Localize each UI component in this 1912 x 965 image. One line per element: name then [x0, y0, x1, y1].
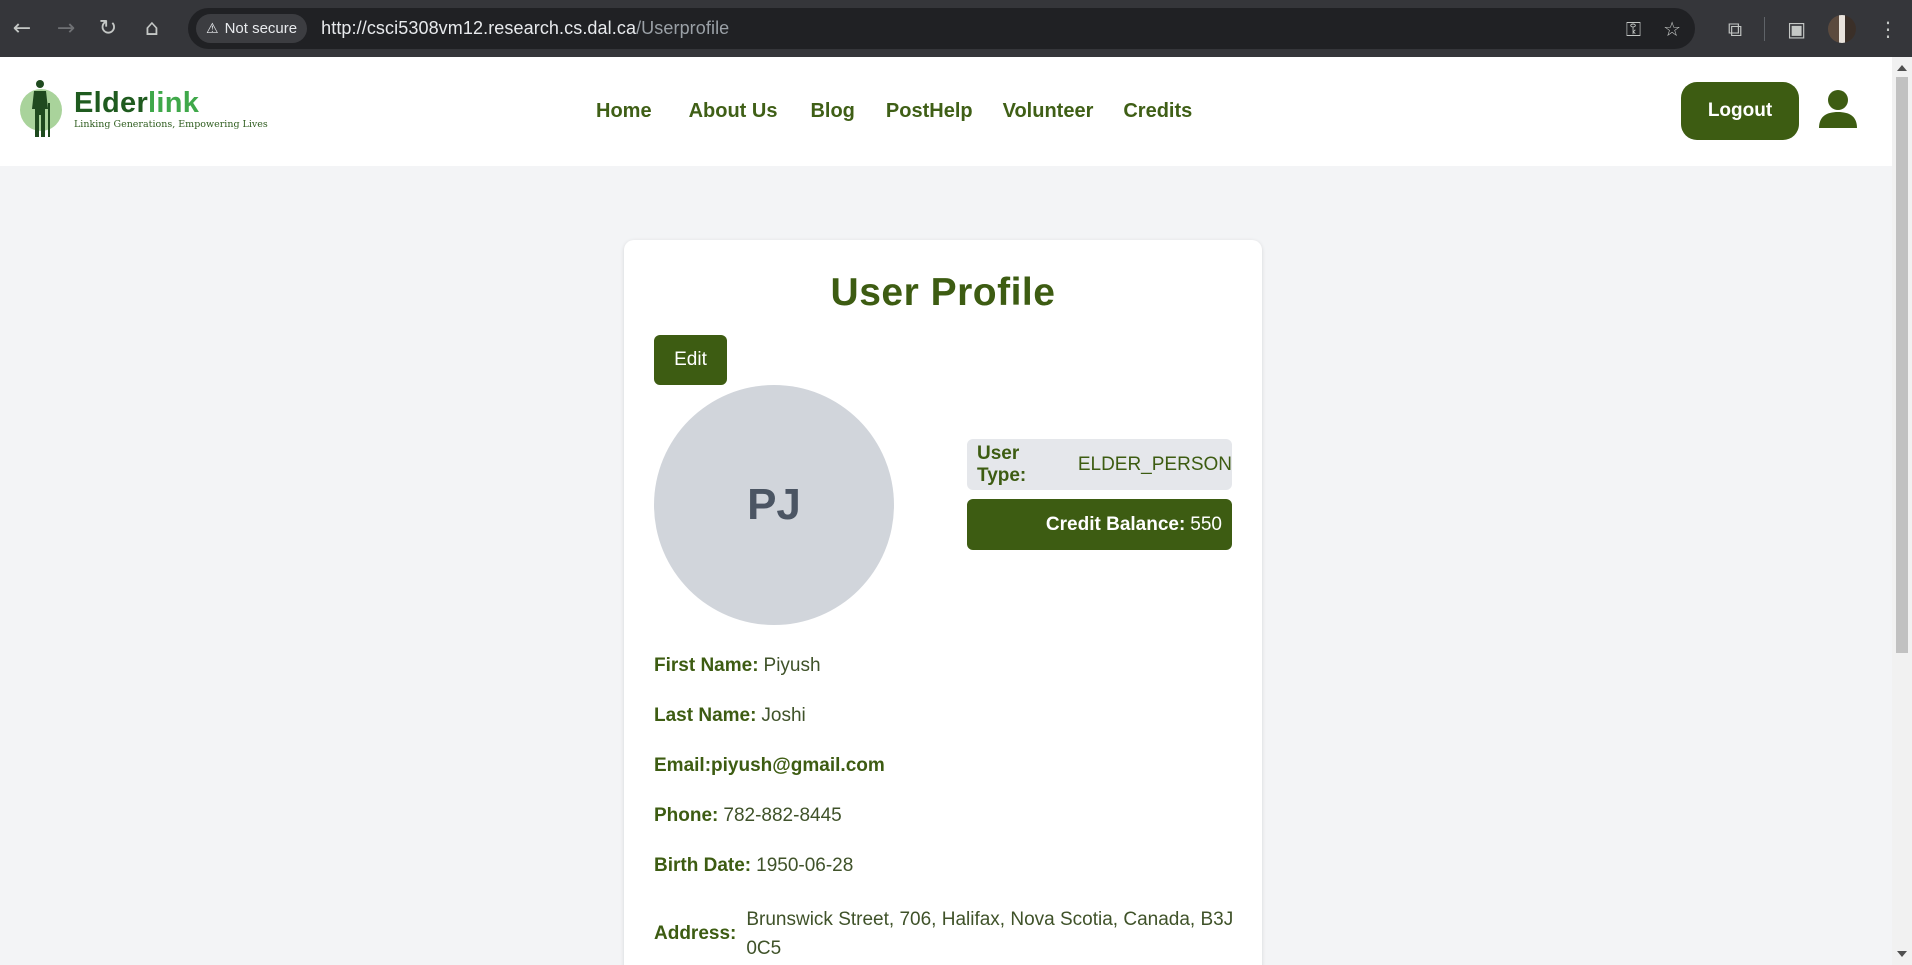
- main-nav: Home About Us Blog PostHelp Volunteer Cr…: [596, 100, 1227, 123]
- nav-volunteer[interactable]: Volunteer: [1003, 100, 1094, 123]
- elderlink-logo-icon: [18, 79, 64, 139]
- nav-posthelp[interactable]: PostHelp: [886, 100, 973, 123]
- toolbar-divider: [1764, 16, 1766, 41]
- logo-tagline: Linking Generations, Empowering Lives: [74, 119, 268, 130]
- extensions-icon[interactable]: ⧉: [1728, 17, 1742, 41]
- home-icon[interactable]: ⌂: [134, 11, 170, 47]
- address-field: Address: Brunswick Street, 706, Halifax,…: [654, 905, 1234, 963]
- scroll-down-icon[interactable]: [1897, 951, 1907, 957]
- first-name-value: Piyush: [763, 655, 821, 676]
- user-type-value: ELDER_PERSON: [1077, 453, 1232, 475]
- first-name-field: First Name: Piyush: [654, 655, 1234, 681]
- profile-card: User Profile Edit PJ User Type: ELDER_PE…: [624, 240, 1262, 965]
- user-type-label: User Type:: [977, 442, 1027, 486]
- user-icon[interactable]: [1818, 89, 1858, 129]
- last-name-value: Joshi: [761, 705, 806, 726]
- star-icon[interactable]: ☆: [1663, 17, 1681, 41]
- back-arrow-icon[interactable]: ←: [4, 11, 40, 47]
- key-icon[interactable]: ⚿: [1626, 17, 1641, 41]
- nav-about-us[interactable]: About Us: [689, 100, 778, 123]
- credit-balance-label: Credit Balance:: [1045, 513, 1186, 535]
- birth-date-value: 1950-06-28: [756, 855, 854, 876]
- nav-credits[interactable]: Credits: [1123, 100, 1192, 123]
- birth-date-field: Birth Date: 1950-06-28: [654, 855, 1234, 881]
- address-value: Brunswick Street, 706, Halifax, Nova Sco…: [746, 909, 1234, 959]
- security-chip[interactable]: ⚠ Not secure: [196, 14, 308, 43]
- site-logo[interactable]: Elderlink Linking Generations, Empowerin…: [18, 79, 268, 139]
- last-name-label: Last Name:: [654, 705, 757, 726]
- menu-dots-icon[interactable]: ⋮: [1878, 17, 1898, 41]
- profile-fields: First Name: Piyush Last Name: Joshi Emai…: [654, 655, 1234, 965]
- email-value: piyush@gmail.com: [711, 755, 885, 776]
- logo-title: Elderlink: [74, 87, 200, 119]
- page-scrollbar[interactable]: [1892, 57, 1912, 965]
- credit-balance-badge: Credit Balance: 550: [967, 499, 1232, 550]
- nav-blog[interactable]: Blog: [810, 100, 854, 123]
- logout-button[interactable]: Logout: [1681, 82, 1799, 140]
- last-name-field: Last Name: Joshi: [654, 705, 1234, 731]
- email-label: Email:: [654, 755, 712, 776]
- avatar-initials: PJ: [747, 480, 801, 529]
- avatar: PJ: [654, 385, 894, 625]
- side-panel-icon[interactable]: ▣: [1787, 17, 1806, 41]
- first-name-label: First Name:: [654, 655, 759, 676]
- reload-icon[interactable]: ↻: [90, 11, 126, 47]
- scroll-up-icon[interactable]: [1897, 65, 1907, 71]
- address-label: Address:: [654, 923, 737, 944]
- url-text[interactable]: http://csci5308vm12.research.cs.dal.ca/U…: [321, 18, 729, 39]
- browser-profile-avatar[interactable]: [1828, 14, 1856, 43]
- phone-value: 782-882-8445: [723, 805, 842, 826]
- phone-label: Phone:: [654, 805, 719, 826]
- credit-balance-value: 550: [1190, 513, 1222, 535]
- edit-button[interactable]: Edit: [654, 335, 727, 385]
- email-field: Email: piyush@gmail.com: [654, 755, 1234, 781]
- browser-toolbar: ← → ↻ ⌂ ⚠ Not secure http://csci5308vm12…: [0, 0, 1912, 57]
- phone-field: Phone: 782-882-8445: [654, 805, 1234, 831]
- forward-arrow-icon[interactable]: →: [48, 11, 84, 47]
- page-title: User Profile: [830, 271, 1056, 314]
- address-bar[interactable]: ⚠ Not secure http://csci5308vm12.researc…: [188, 8, 1695, 49]
- security-label: Not secure: [224, 20, 298, 37]
- scrollbar-thumb[interactable]: [1896, 77, 1908, 653]
- warning-icon: ⚠: [206, 20, 219, 37]
- url-host: http://csci5308vm12.research.cs.dal.ca: [321, 18, 637, 38]
- url-path: /Userprofile: [636, 18, 730, 38]
- user-type-badge: User Type: ELDER_PERSON: [967, 439, 1232, 490]
- nav-home[interactable]: Home: [596, 100, 652, 123]
- site-header: Elderlink Linking Generations, Empowerin…: [0, 57, 1892, 166]
- birth-date-label: Birth Date:: [654, 855, 752, 876]
